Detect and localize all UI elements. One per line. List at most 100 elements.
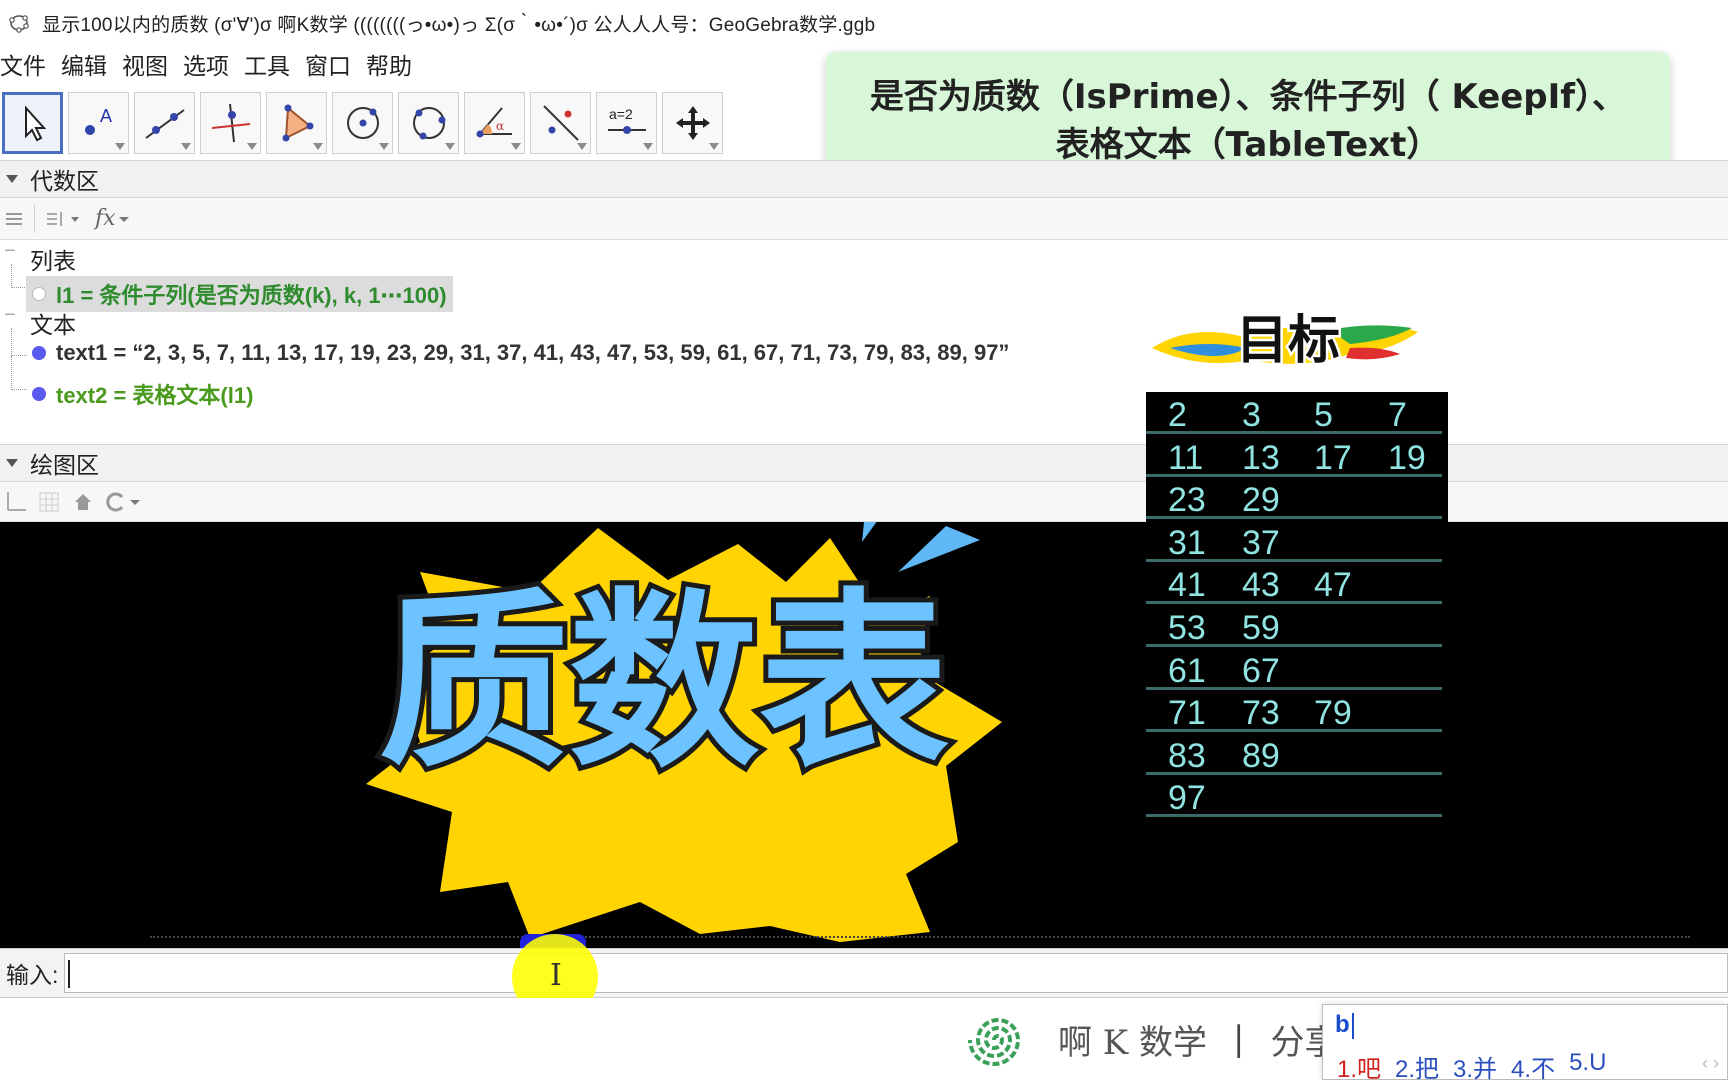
prime-table-cell: 41 <box>1168 566 1206 605</box>
prime-table: 2 3 5 7 11 13 17 19 23 29 31 37 41 43 47 53 59 61 67 71 73 79… <box>1146 392 1448 826</box>
prime-table-cell: 5 <box>1314 396 1333 434</box>
accent-streak-icon <box>898 526 980 572</box>
move-tool-button[interactable] <box>2 92 63 154</box>
ime-page-arrows-icon[interactable]: ‹ › <box>1702 1053 1719 1074</box>
axes-toggle-icon[interactable] <box>4 490 28 514</box>
tool-menu-arrow-icon <box>643 143 653 150</box>
algebra-view-header[interactable]: 代数区 <box>0 160 1728 198</box>
ime-candidate[interactable]: 5.U <box>1569 1049 1606 1080</box>
circle-center-tool-button[interactable] <box>332 92 393 154</box>
ime-caret <box>1352 1013 1354 1039</box>
circle-three-points-tool-button[interactable] <box>398 92 459 154</box>
input-field[interactable] <box>64 953 1728 993</box>
line-tool-icon <box>144 109 185 139</box>
prime-table-row: 2 3 5 7 <box>1146 392 1442 434</box>
graphics-view[interactable]: 质数表 <box>0 522 1728 948</box>
collapse-arrow-icon[interactable] <box>6 175 18 183</box>
prime-table-row: 61 67 <box>1146 648 1442 690</box>
sort-icon[interactable] <box>45 209 85 229</box>
slider-tool-button[interactable]: a=2 <box>596 92 657 154</box>
headline-text: 质数表 <box>379 572 949 793</box>
goal-label: 目标 <box>1236 311 1340 371</box>
ime-candidate[interactable]: 1.吧 <box>1337 1049 1381 1080</box>
prime-table-cell: 37 <box>1242 523 1280 562</box>
polygon-tool-button[interactable] <box>266 92 327 154</box>
tool-menu-arrow-icon <box>115 143 125 150</box>
menu-tools[interactable]: 工具 <box>244 47 297 81</box>
tool-menu-arrow-icon <box>379 143 389 150</box>
input-label: 输入: <box>6 962 59 988</box>
perpendicular-tool-button[interactable] <box>200 92 261 154</box>
text-caret <box>68 960 71 988</box>
svg-text:α: α <box>496 119 504 133</box>
tree-connector <box>11 356 27 390</box>
visibility-toggle-icon[interactable] <box>32 287 46 301</box>
polygon-tool-icon <box>282 104 313 142</box>
tool-menu-arrow-icon <box>577 143 587 150</box>
reflect-tool-button[interactable] <box>530 92 591 154</box>
slider-tool-icon: a=2 <box>607 106 646 134</box>
prime-table-cell: 83 <box>1168 736 1206 775</box>
svg-text:A: A <box>100 106 112 126</box>
home-icon[interactable] <box>72 491 94 513</box>
accent-streak-icon <box>862 522 877 542</box>
text1-definition: text1 = “2, 3, 5, 7, 11, 13, 17, 19, 23,… <box>56 340 1010 365</box>
grid-toggle-icon[interactable] <box>38 490 62 514</box>
algebra-view: − 列表 l1 = 条件子列(是否为质数(k), k, 1⋯100) − 文本 … <box>0 240 1728 444</box>
tree-connector <box>11 328 27 356</box>
ime-candidate[interactable]: 2.把 <box>1395 1049 1439 1080</box>
prime-table-cell: 89 <box>1242 736 1280 775</box>
callout-line-1: 是否为质数（IsPrime）、条件子列（ KeepIf）、 <box>869 77 1627 117</box>
move-tool-icon <box>24 105 46 142</box>
prime-table-row: 11 13 17 19 <box>1146 435 1442 477</box>
fx-label: fx <box>95 206 116 231</box>
prime-table-cell: 29 <box>1242 481 1280 520</box>
algebra-menu-icon[interactable] <box>4 209 24 229</box>
tool-menu-arrow-icon <box>511 143 521 150</box>
title-bar: 显示100以内的质数 (σ'∀')σ 啊K数学 ((((((((っ•ω•)っ Σ… <box>0 0 1728 46</box>
style-dropdown-icon[interactable] <box>104 491 146 513</box>
tool-menu-arrow-icon <box>181 143 191 150</box>
input-bar: 输入: <box>0 948 1728 998</box>
angle-tool-button[interactable]: α <box>464 92 525 154</box>
menu-view[interactable]: 视图 <box>122 47 175 81</box>
prime-table-cell: 59 <box>1242 609 1280 647</box>
menu-options[interactable]: 选项 <box>183 47 236 81</box>
geogebra-app-icon <box>8 12 30 34</box>
ime-candidate[interactable]: 4.不 <box>1511 1049 1555 1080</box>
move-graphics-tool-button[interactable] <box>662 92 723 154</box>
visibility-toggle-icon[interactable] <box>32 387 46 401</box>
prime-table-cell: 61 <box>1168 651 1206 690</box>
menu-help[interactable]: 帮助 <box>366 47 419 81</box>
collapse-minus-icon[interactable]: − <box>4 304 16 327</box>
menu-edit[interactable]: 编辑 <box>61 47 114 81</box>
algebra-row-l1[interactable]: l1 = 条件子列(是否为质数(k), k, 1⋯100) <box>26 276 453 312</box>
point-tool-button[interactable]: A <box>68 92 129 154</box>
ime-candidate[interactable]: 3.并 <box>1453 1049 1497 1080</box>
collapse-minus-icon[interactable]: − <box>4 240 16 263</box>
prime-table-cell: 13 <box>1242 438 1280 477</box>
prime-table-cell: 53 <box>1168 609 1206 647</box>
prime-table-cell: 67 <box>1242 651 1280 690</box>
menu-window[interactable]: 窗口 <box>305 47 358 81</box>
line-tool-button[interactable] <box>134 92 195 154</box>
prime-table-row: 53 59 <box>1146 605 1442 647</box>
algebra-row-text1[interactable]: text1 = “2, 3, 5, 7, 11, 13, 17, 19, 23,… <box>26 340 1009 366</box>
prime-table-cell: 71 <box>1168 694 1206 733</box>
prime-table-cell: 23 <box>1168 481 1206 520</box>
prime-table-cell: 17 <box>1314 438 1352 477</box>
fx-input-icon[interactable]: fx <box>95 206 132 231</box>
point-tool-icon: A <box>84 106 112 135</box>
menu-file[interactable]: 文件 <box>0 47 53 81</box>
visibility-toggle-icon[interactable] <box>32 346 46 360</box>
angle-tool-icon: α <box>476 107 512 138</box>
collapse-arrow-icon[interactable] <box>6 459 18 467</box>
svg-text:a=2: a=2 <box>609 106 633 122</box>
circle-three-points-tool-icon <box>412 107 445 140</box>
prime-table-cell: 73 <box>1242 694 1280 733</box>
algebra-row-text2[interactable]: text2 = 表格文本(l1) <box>26 378 253 410</box>
spiral-logo-icon <box>968 1018 1021 1066</box>
circle-center-point-tool-icon <box>346 107 379 139</box>
graphics-view-header[interactable]: 绘图区 <box>0 444 1728 482</box>
watermark-brand: 啊 K 数学 <box>1058 1022 1208 1063</box>
